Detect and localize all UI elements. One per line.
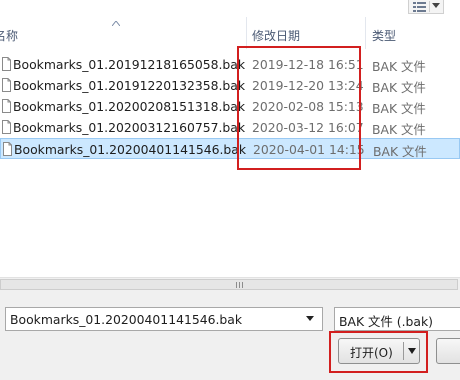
file-icon <box>3 142 12 156</box>
column-header-name[interactable]: 名称 <box>0 17 246 49</box>
file-row[interactable]: Bookmarks_01.20191218165058.bak 2019-12-… <box>0 54 460 75</box>
column-header-date[interactable]: 修改日期 <box>247 17 365 49</box>
open-button[interactable]: 打开(O) <box>338 338 420 364</box>
file-icon <box>2 120 11 134</box>
file-row[interactable]: Bookmarks_01.20191220132358.bak 2019-12-… <box>0 75 460 96</box>
toolbar <box>0 0 460 16</box>
open-button-label: 打开(O) <box>350 346 393 360</box>
file-name: Bookmarks_01.20191218165058.bak <box>13 57 246 72</box>
file-name: Bookmarks_01.20200312160757.bak <box>13 120 246 135</box>
divider <box>429 1 430 12</box>
column-header-type-label: 类型 <box>372 29 397 43</box>
filename-input[interactable]: Bookmarks_01.20200401141546.bak <box>10 312 242 327</box>
file-row[interactable]: Bookmarks_01.20200208151318.bak 2020-02-… <box>0 96 460 117</box>
file-icon <box>2 78 11 92</box>
file-name: Bookmarks_01.20191220132358.bak <box>13 78 246 93</box>
chevron-down-icon[interactable] <box>306 316 314 321</box>
file-type: BAK 文件 <box>372 101 426 116</box>
filetype-select[interactable]: BAK 文件 (.bak) <box>334 307 460 331</box>
file-modified-date: 2019-12-20 13:24 <box>252 78 364 93</box>
dialog-footer: Bookmarks_01.20200401141546.bak BAK 文件 (… <box>0 291 460 380</box>
file-name: Bookmarks_01.20200208151318.bak <box>13 99 246 114</box>
chevron-down-icon[interactable] <box>432 3 440 9</box>
chevron-down-icon[interactable] <box>408 348 416 354</box>
cancel-button[interactable] <box>436 338 460 364</box>
file-type: BAK 文件 <box>373 144 427 159</box>
filetype-value: BAK 文件 (.bak) <box>339 314 434 329</box>
file-icon <box>2 57 11 71</box>
sort-ascending-icon <box>112 21 120 26</box>
scrollbar-thumb[interactable] <box>0 279 458 290</box>
grip-icon <box>236 282 243 288</box>
file-type: BAK 文件 <box>372 80 426 95</box>
file-type: BAK 文件 <box>372 59 426 74</box>
file-name: Bookmarks_01.20200401141546.bak <box>14 142 247 157</box>
file-icon <box>2 99 11 113</box>
column-header-date-label: 修改日期 <box>252 29 301 43</box>
file-row-selected[interactable]: Bookmarks_01.20200401141546.bak 2020-04-… <box>0 138 460 159</box>
column-header-type[interactable]: 类型 <box>366 17 460 49</box>
file-type: BAK 文件 <box>372 122 426 137</box>
file-modified-date: 2020-03-12 16:07 <box>252 120 364 135</box>
details-view-icon <box>413 2 426 12</box>
file-list-header: 名称 修改日期 类型 <box>0 17 460 49</box>
filename-combobox[interactable]: Bookmarks_01.20200401141546.bak <box>5 307 323 331</box>
file-modified-date: 2019-12-18 16:51 <box>252 57 364 72</box>
file-row[interactable]: Bookmarks_01.20200312160757.bak 2020-03-… <box>0 117 460 138</box>
divider <box>403 342 404 360</box>
column-header-name-label: 名称 <box>0 29 19 43</box>
horizontal-scrollbar[interactable] <box>0 277 460 291</box>
file-modified-date: 2020-04-01 14:15 <box>253 142 365 157</box>
file-modified-date: 2020-02-08 15:13 <box>252 99 364 114</box>
view-toggle-button[interactable] <box>408 0 444 14</box>
